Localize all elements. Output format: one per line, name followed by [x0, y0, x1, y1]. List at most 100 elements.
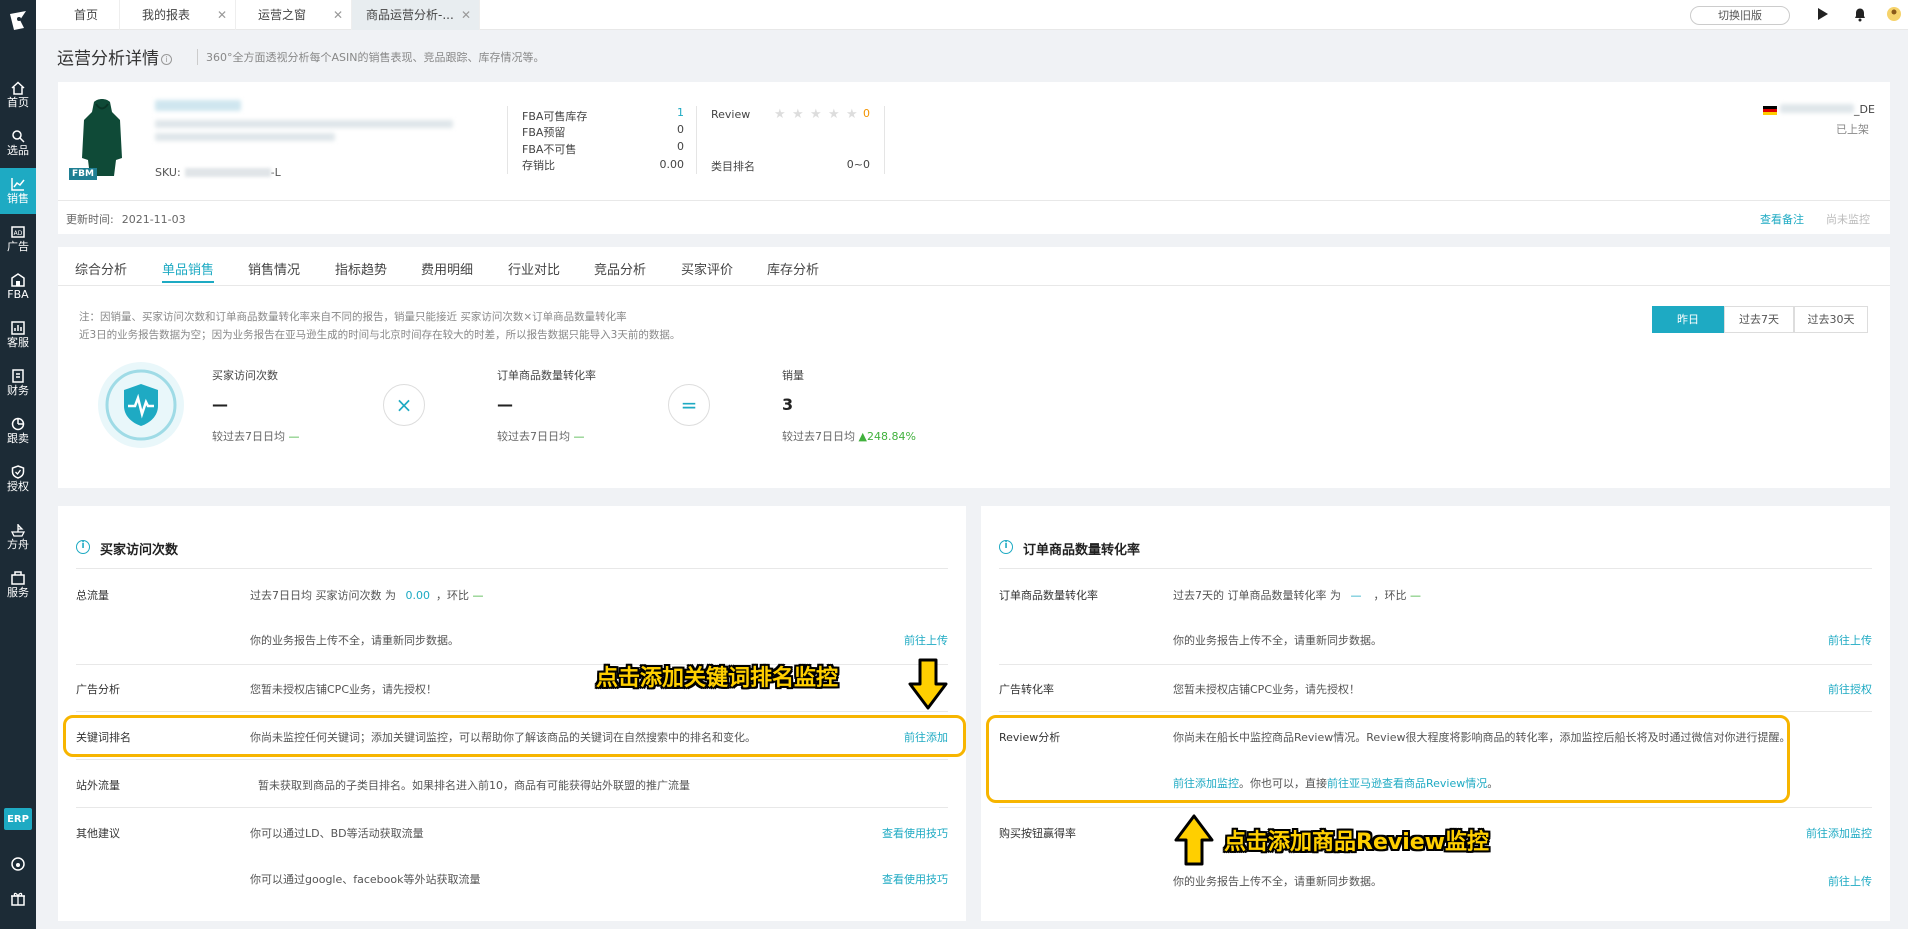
tab-sales-situation[interactable]: 销售情况 [248, 259, 300, 278]
upload-link[interactable]: 前往上传 [1804, 632, 1872, 648]
tab-home[interactable]: 首页 [36, 0, 120, 30]
note-line-1: 注：因销量、买家访问次数和订单商品数量转化率来自不同的报告，销量只能接近 买家访… [79, 311, 627, 323]
finance-icon [12, 369, 24, 383]
tab-competitor-analysis[interactable]: 竞品分析 [594, 259, 646, 278]
tab-industry-comparison[interactable]: 行业对比 [508, 259, 560, 278]
upload-link[interactable]: 前往上传 [1804, 873, 1872, 889]
total-traffic-warning: 你的业务报告上传不全，请重新同步数据。 [250, 634, 459, 647]
sidebar-item-product-selection[interactable]: 选品 [0, 120, 36, 166]
update-time: 更新时间: 2021-11-03 [66, 213, 186, 226]
arrow-up-icon [1174, 814, 1214, 866]
info-icon: i [76, 540, 90, 554]
visits-metric-compare: 较过去7日日均 — [212, 430, 300, 443]
logo-icon [10, 11, 26, 30]
divider [58, 285, 1890, 286]
sidebar-item-home[interactable]: 首页 [0, 72, 36, 118]
conversion-rate-text: 过去7天的 订单商品数量转化率 为 — ，环比 — [1173, 589, 1421, 602]
total-traffic-label: 总流量 [76, 589, 109, 602]
view-notes-link[interactable]: 查看备注 [1760, 211, 1804, 227]
tab-inventory-analysis[interactable]: 库存分析 [767, 259, 819, 278]
gift-icon[interactable] [10, 890, 26, 906]
upload-link[interactable]: 前往上传 [880, 632, 948, 648]
sidebar-item-label: 客服 [7, 336, 29, 349]
divider [76, 759, 948, 760]
tab-ops-window[interactable]: 运营之窗 ✕ [236, 0, 352, 30]
divider [76, 568, 948, 569]
usage-tips-link[interactable]: 查看使用技巧 [860, 825, 948, 841]
redacted-asin [155, 100, 241, 111]
review-count: 0 [863, 107, 870, 120]
sidebar-item-customer-service[interactable]: 客服 [0, 312, 36, 358]
range-7days-button[interactable]: 过去7天 [1724, 306, 1794, 333]
play-icon[interactable] [1814, 6, 1830, 22]
fba-unsellable-value: 0 [677, 140, 684, 153]
star-icon: ★ [792, 107, 804, 122]
sidebar-item-fba[interactable]: FBA [0, 264, 36, 310]
range-30days-button[interactable]: 过去30天 [1794, 306, 1868, 333]
sidebar-item-ads[interactable]: AD 广告 [0, 216, 36, 262]
tab-product-analysis[interactable]: 商品运营分析-... ✕ [352, 0, 480, 30]
store-marketplace: _DE [1854, 103, 1875, 116]
authorize-link[interactable]: 前往授权 [1804, 681, 1872, 697]
switch-old-version-button[interactable]: 切换旧版 [1690, 6, 1790, 25]
fba-sellable-label: FBA可售库存 [522, 110, 588, 123]
sidebar-item-label: 服务 [7, 586, 29, 599]
sidebar-item-label: 选品 [7, 144, 29, 157]
svg-text:AD: AD [14, 230, 23, 237]
conversion-warning: 你的业务报告上传不全，请重新同步数据。 [1173, 634, 1382, 647]
search-icon [12, 130, 25, 143]
note-line-2: 近3日的业务报告数据为空；因为业务报告在亚马逊生成的时间与北京时间存在较大的时差… [79, 329, 681, 341]
sidebar-item-follow-sell[interactable]: 跟卖 [0, 408, 36, 454]
service-icon [11, 321, 25, 335]
product-image[interactable] [80, 98, 124, 178]
range-yesterday-button[interactable]: 昨日 [1652, 306, 1724, 333]
divider [884, 106, 885, 174]
ad-analysis-label: 广告分析 [76, 683, 120, 696]
sidebar-item-finance[interactable]: 财务 [0, 360, 36, 406]
fba-sellable-value[interactable]: 1 [620, 106, 684, 119]
review-highlight-frame [986, 715, 1790, 803]
tab-metric-trends[interactable]: 指标趋势 [335, 259, 387, 278]
usage-tips-link[interactable]: 查看使用技巧 [860, 871, 948, 887]
home-icon [11, 81, 25, 95]
keyword-annotation: 点击添加关键词排名监控 [596, 666, 839, 691]
sidebar-item-services[interactable]: 服务 [0, 562, 36, 608]
conversion-metric-label: 订单商品数量转化率 [497, 369, 596, 382]
pie-icon [11, 417, 25, 431]
chart-icon [11, 178, 25, 191]
headset-icon[interactable] [10, 856, 26, 872]
conversion-section-title: 订单商品数量转化率 [1023, 543, 1141, 558]
buybox-rate-label: 购买按钮赢得率 [999, 827, 1076, 840]
sales-metric-label: 销量 [782, 369, 804, 382]
avatar-icon[interactable] [1886, 6, 1902, 22]
sidebar-item-authorize[interactable]: 授权 [0, 456, 36, 502]
bell-icon[interactable] [1852, 6, 1868, 22]
tab-single-product-sales[interactable]: 单品销售 [162, 259, 214, 278]
divider [999, 807, 1872, 808]
divider [999, 568, 1872, 569]
divider [507, 106, 508, 174]
page-description: 360°全方面透视分析每个ASIN的销售表现、竞品跟踪、库存情况等。 [197, 49, 544, 65]
info-icon[interactable]: i [161, 53, 172, 65]
close-icon[interactable]: ✕ [217, 0, 227, 30]
conversion-metric-value: — [497, 395, 513, 414]
sidebar-item-label: 首页 [7, 96, 29, 109]
add-monitor-link[interactable]: 前往添加监控 [1790, 825, 1872, 841]
star-icon: ★ [828, 107, 840, 122]
close-icon[interactable]: ✕ [333, 0, 343, 30]
erp-button[interactable]: ERP [4, 808, 32, 830]
ad-analysis-text: 您暂未授权店铺CPC业务，请先授权！ [250, 683, 437, 696]
sidebar-item-ark[interactable]: 方舟 [0, 514, 36, 560]
tab-my-reports[interactable]: 我的报表 ✕ [120, 0, 236, 30]
close-icon[interactable]: ✕ [461, 0, 471, 30]
fba-reserved-label: FBA预留 [522, 126, 566, 139]
other-suggestion-2: 你可以通过google、facebook等外站获取流量 [250, 873, 481, 886]
other-suggestions-label: 其他建议 [76, 827, 120, 840]
tab-cost-details[interactable]: 费用明细 [421, 259, 473, 278]
tab-overall-analysis[interactable]: 综合分析 [75, 259, 127, 278]
tab-buyer-reviews[interactable]: 买家评价 [681, 259, 733, 278]
active-tab-indicator [162, 281, 214, 283]
sidebar-item-sales[interactable]: 销售 [0, 168, 36, 214]
conversion-metric-compare: 较过去7日日均 — [497, 430, 585, 443]
total-traffic-text: 过去7日日均 买家访问次数 为 0.00 ，环比 — [250, 589, 484, 602]
